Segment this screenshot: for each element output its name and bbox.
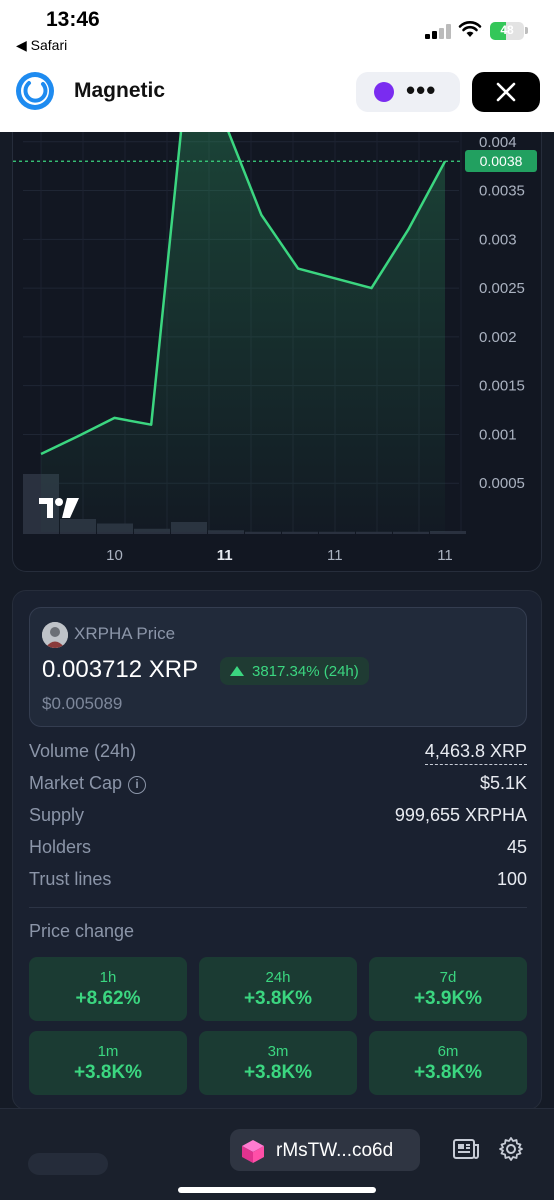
y-tick-label: 0.0015 — [479, 378, 525, 395]
stat-label: Supply — [29, 805, 85, 825]
stat-label-text: Market Cap — [29, 773, 123, 793]
status-bar: 13:46 ◀ Safari 48 — [0, 0, 554, 62]
stat-label: Market Cap i — [29, 773, 147, 794]
volume-bar — [393, 531, 429, 534]
token-stats: Volume (24h) 4,463.8 XRP Market Cap i $5.… — [29, 737, 527, 897]
y-tick-label: 0.0025 — [479, 280, 525, 297]
stat-value-supply: 999,655 XRPHA — [394, 805, 527, 825]
price-change-period: 24h — [265, 969, 291, 986]
magnetic-logo-icon — [16, 72, 54, 110]
stat-value-volume[interactable]: 4,463.8 XRP — [424, 741, 527, 765]
x-tick-label: 11 — [437, 547, 453, 564]
price-change-value: +3.8K% — [243, 1062, 313, 1083]
close-button[interactable] — [472, 72, 540, 112]
price-change-cell-6m: 6m +3.8K% — [369, 1031, 527, 1095]
wallet-address: rMsTW...co6d — [276, 1140, 394, 1161]
price-change-title: Price change — [29, 921, 135, 941]
stat-value-trust-lines: 100 — [496, 869, 527, 889]
app-header: Magnetic ••• — [0, 62, 554, 132]
status-time: 13:46 — [46, 8, 100, 31]
blurred-label — [28, 1153, 108, 1175]
price-area — [41, 132, 445, 532]
token-price-title: XRPHA Price — [74, 624, 176, 643]
back-to-safari-link[interactable]: ◀ Safari — [16, 37, 67, 54]
stat-label: Holders — [29, 837, 92, 857]
stat-row-supply: Supply 999,655 XRPHA — [29, 801, 527, 833]
price-change-period: 6m — [437, 1043, 459, 1060]
close-icon — [496, 82, 516, 102]
bottom-bar: rMsTW...co6d — [0, 1108, 554, 1200]
x-tick-label: 11 — [217, 547, 233, 564]
wifi-icon — [458, 21, 482, 37]
price-change-grid: 1h +8.62% 24h +3.8K% 7d +3.9K% 1m +3.8K%… — [29, 957, 527, 1095]
mini-app-menu-button[interactable]: ••• — [356, 72, 460, 112]
token-price-usd: $0.005089 — [42, 694, 123, 713]
stat-value-holders: 45 — [506, 837, 527, 857]
stat-label: Volume (24h) — [29, 741, 137, 761]
price-change-24h: 3817.34% (24h) — [252, 662, 359, 680]
token-avatar — [42, 622, 68, 648]
battery-level: 48 — [500, 23, 514, 37]
battery-tip — [525, 27, 528, 34]
volume-bar — [282, 531, 318, 534]
price-change-value: +3.8K% — [243, 988, 313, 1009]
y-tick-label: 0.003 — [479, 231, 517, 248]
price-change-cell-3m: 3m +3.8K% — [199, 1031, 357, 1095]
price-change-cell-7d: 7d +3.9K% — [369, 957, 527, 1021]
more-icon: ••• — [406, 75, 437, 105]
y-tick-label: 0.002 — [479, 329, 517, 346]
price-change-value: +8.62% — [75, 988, 141, 1009]
price-change-cell-1h: 1h +8.62% — [29, 957, 187, 1021]
volume-bar — [356, 531, 392, 534]
triangle-up-icon — [230, 666, 244, 676]
stat-row-market-cap: Market Cap i $5.1K — [29, 769, 527, 801]
price-change-cell-24h: 24h +3.8K% — [199, 957, 357, 1021]
stat-value-market-cap: $5.1K — [479, 773, 527, 793]
news-icon[interactable] — [452, 1137, 480, 1161]
volume-bar — [245, 531, 281, 534]
price-change-period: 1h — [99, 969, 117, 986]
y-tick-label: 0.0035 — [479, 183, 525, 200]
home-indicator — [178, 1187, 376, 1193]
divider — [29, 907, 527, 908]
stat-label: Trust lines — [29, 869, 112, 889]
info-icon[interactable]: i — [128, 776, 147, 794]
price-change-cell-1m: 1m +3.8K% — [29, 1031, 187, 1095]
wallet-address-button[interactable]: rMsTW...co6d — [230, 1129, 420, 1171]
price-change-badge: 3817.34% (24h) — [220, 657, 369, 685]
token-info-panel: XRPHA Price 0.003712 XRP 3817.34% (24h) … — [12, 590, 542, 1110]
token-price-value: 0.003712 XRP — [42, 656, 199, 683]
stat-row-trust-lines: Trust lines 100 — [29, 865, 527, 897]
y-tick-label: 0.001 — [479, 426, 517, 443]
app-title: Magnetic — [74, 79, 166, 102]
current-price-tag: 0.0038 — [465, 150, 537, 173]
tradingview-logo-icon[interactable] — [37, 494, 81, 520]
stat-row-volume: Volume (24h) 4,463.8 XRP — [29, 737, 527, 769]
price-chart-svg[interactable]: 0.004 0.0035 0.003 0.0025 0.002 0.0015 0.001 0.… — [13, 132, 542, 572]
y-tick-label: 0.0005 — [479, 475, 525, 492]
battery-icon: 48 — [490, 22, 524, 40]
gear-icon[interactable] — [498, 1136, 524, 1162]
price-change-value: +3.8K% — [413, 1062, 483, 1083]
cellular-signal-icon — [425, 24, 451, 39]
price-change-period: 7d — [439, 969, 457, 986]
stat-row-holders: Holders 45 — [29, 833, 527, 865]
x-tick-label: 10 — [106, 547, 123, 564]
wallet-cube-icon — [242, 1140, 264, 1163]
price-change-value: +3.9K% — [413, 988, 483, 1009]
x-tick-label: 11 — [327, 547, 343, 564]
price-change-period: 1m — [97, 1043, 119, 1060]
price-change-period: 3m — [267, 1043, 289, 1060]
price-card: XRPHA Price 0.003712 XRP 3817.34% (24h) … — [29, 607, 527, 727]
price-chart[interactable]: 0.004 0.0035 0.003 0.0025 0.002 0.0015 0.001 0.… — [12, 132, 542, 572]
y-tick-label: 0.004 — [479, 134, 517, 151]
volume-bar — [319, 531, 355, 534]
status-dot-icon — [374, 82, 394, 102]
price-change-value: +3.8K% — [73, 1062, 143, 1083]
